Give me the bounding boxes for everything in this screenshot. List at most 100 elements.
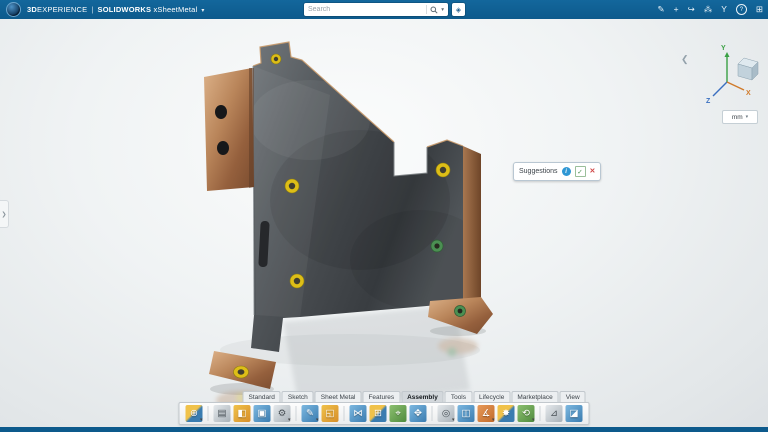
reference-geometry-icon: ∡ — [482, 409, 491, 419]
ribbon-tabs: Standard Sketch Sheet Metal Features Ass… — [243, 391, 590, 402]
new-document-icon: ▤ — [218, 409, 227, 419]
brand-separator: | — [91, 5, 93, 14]
tab-view[interactable]: View — [560, 391, 586, 402]
toolbar-separator — [540, 406, 541, 421]
suggestions-label: Suggestions — [519, 168, 558, 175]
accept-suggestion-icon[interactable]: ✓ — [575, 166, 586, 177]
add-icon[interactable]: + — [674, 5, 679, 14]
search-icon[interactable] — [430, 6, 438, 14]
insert-component-icon: ⊕ — [190, 409, 198, 419]
tab-features[interactable]: Features — [362, 391, 400, 402]
chevron-down-icon: ▾ — [288, 417, 291, 423]
suggestions-popup: Suggestions i ✓ ✕ — [513, 162, 601, 181]
brand-product: SOLIDWORKS — [98, 5, 152, 14]
annotate-icon[interactable]: ✎ — [657, 5, 664, 14]
toolbar-separator — [432, 406, 433, 421]
move-component-button[interactable]: ✥ — [410, 405, 427, 422]
z-axis-label: Z — [706, 98, 711, 105]
interference-check-button[interactable]: ⟲▾ — [518, 405, 535, 422]
insert-component-button[interactable]: ⊕▾ — [186, 405, 203, 422]
gear-icon: ⚙ — [278, 409, 287, 419]
tab-marketplace[interactable]: Marketplace — [511, 391, 558, 402]
display-style-button[interactable]: ◎▾ — [438, 405, 455, 422]
mate-button[interactable]: ⋈ — [350, 405, 367, 422]
units-value: mm — [732, 114, 743, 121]
tab-lifecycle[interactable]: Lifecycle — [473, 391, 510, 402]
y-axis-label: Y — [721, 45, 726, 52]
mate-icon: ⋈ — [353, 409, 363, 419]
branch-icon[interactable]: Y — [721, 5, 727, 14]
viewport-3d[interactable] — [0, 19, 768, 427]
units-dropdown[interactable]: mm ▾ — [722, 110, 758, 124]
tab-standard[interactable]: Standard — [243, 391, 281, 402]
reference-geometry-button[interactable]: ∡▾ — [478, 405, 495, 422]
tab-assembly[interactable]: Assembly — [401, 391, 444, 402]
info-icon[interactable]: i — [562, 167, 571, 176]
help-icon[interactable]: ? — [736, 4, 747, 15]
open-document-button[interactable]: ◧ — [234, 405, 251, 422]
expand-panel-icon[interactable]: ❯ — [0, 200, 9, 228]
linear-pattern-button[interactable]: ⊞ — [370, 405, 387, 422]
toolbar-separator — [296, 406, 297, 421]
toolbar-separator — [208, 406, 209, 421]
options-button[interactable]: ⚙▾ — [274, 405, 291, 422]
save-button[interactable]: ▣ — [254, 405, 271, 422]
collapse-panel-icon[interactable]: ❮ — [681, 54, 689, 65]
view-cube — [738, 58, 758, 80]
brand-3d: 3D — [27, 5, 37, 14]
exploded-view-icon: ✸ — [502, 409, 510, 419]
chevron-down-icon[interactable]: ▾ — [201, 7, 204, 14]
close-icon[interactable]: ✕ — [590, 168, 596, 175]
search-divider — [426, 5, 427, 14]
brand-app: xSheetMetal — [153, 5, 197, 14]
open-document-icon: ◧ — [238, 409, 247, 419]
sketch-icon: ✎ — [306, 409, 314, 419]
brand-experience: EXPERIENCE — [37, 5, 87, 14]
share-icon[interactable]: ↪ — [688, 5, 695, 14]
chevron-down-icon: ▾ — [746, 114, 749, 120]
interference-check-icon: ⟲ — [522, 409, 530, 419]
edit-component-button[interactable]: ◱ — [322, 405, 339, 422]
app-title[interactable]: 3DEXPERIENCE | SOLIDWORKS xSheetMetal ▾ — [27, 5, 205, 14]
tab-tools[interactable]: Tools — [445, 391, 472, 402]
smart-fasteners-button[interactable]: ⌖ — [390, 405, 407, 422]
tab-sketch[interactable]: Sketch — [282, 391, 314, 402]
section-view-button[interactable]: ◪ — [566, 405, 583, 422]
new-document-button[interactable]: ▤ — [214, 405, 231, 422]
move-component-icon: ✥ — [414, 409, 422, 419]
collaborate-icon[interactable]: ⁂ — [704, 5, 713, 14]
apps-icon[interactable]: ⊞ — [756, 5, 763, 14]
edit-component-icon: ◱ — [326, 409, 335, 419]
tab-sheet-metal[interactable]: Sheet Metal — [315, 391, 362, 402]
search-options-chevron-icon[interactable]: ▾ — [441, 7, 444, 13]
measure-icon: ⊿ — [550, 409, 558, 419]
sketch-button[interactable]: ✎▾ — [302, 405, 319, 422]
x-axis-label: X — [746, 90, 751, 97]
search-input[interactable] — [304, 6, 426, 13]
orientation-triad[interactable]: Y X Z — [702, 42, 766, 108]
search-bar[interactable]: ▾ — [304, 3, 448, 16]
application-window: 3DEXPERIENCE | SOLIDWORKS xSheetMetal ▾ … — [0, 0, 768, 432]
3dexperience-logo-icon[interactable] — [6, 2, 21, 17]
chevron-down-icon: ▾ — [492, 417, 495, 423]
measure-button[interactable]: ⊿ — [546, 405, 563, 422]
toolbar-separator — [344, 406, 345, 421]
top-bar: 3DEXPERIENCE | SOLIDWORKS xSheetMetal ▾ … — [0, 0, 768, 19]
chevron-down-icon: ▾ — [452, 417, 455, 423]
chevron-down-icon: ▾ — [200, 417, 203, 423]
command-ribbon: Standard Sketch Sheet Metal Features Ass… — [179, 391, 590, 425]
smart-fasteners-icon: ⌖ — [395, 409, 400, 419]
exploded-view-button[interactable]: ✸ — [498, 405, 515, 422]
bottom-status-strip — [0, 427, 768, 432]
section-view-icon: ◪ — [570, 409, 579, 419]
hide-show-icon: ◫ — [462, 409, 471, 419]
tag-icon[interactable]: ◈ — [452, 3, 465, 16]
linear-pattern-icon: ⊞ — [374, 409, 382, 419]
topbar-actions: ✎ + ↪ ⁂ Y ? ⊞ — [657, 0, 763, 19]
display-style-icon: ◎ — [442, 409, 450, 419]
chevron-down-icon: ▾ — [316, 417, 319, 423]
chevron-down-icon: ▾ — [532, 417, 535, 423]
hide-show-button[interactable]: ◫ — [458, 405, 475, 422]
assembly-toolbar: ⊕▾ ▤ ◧ ▣ ⚙▾ ✎▾ ◱ ⋈ ⊞ ⌖ ✥ ◎▾ ◫ ∡▾ ✸ ⟲▾ ⊿ … — [179, 402, 590, 425]
save-icon: ▣ — [258, 409, 267, 419]
